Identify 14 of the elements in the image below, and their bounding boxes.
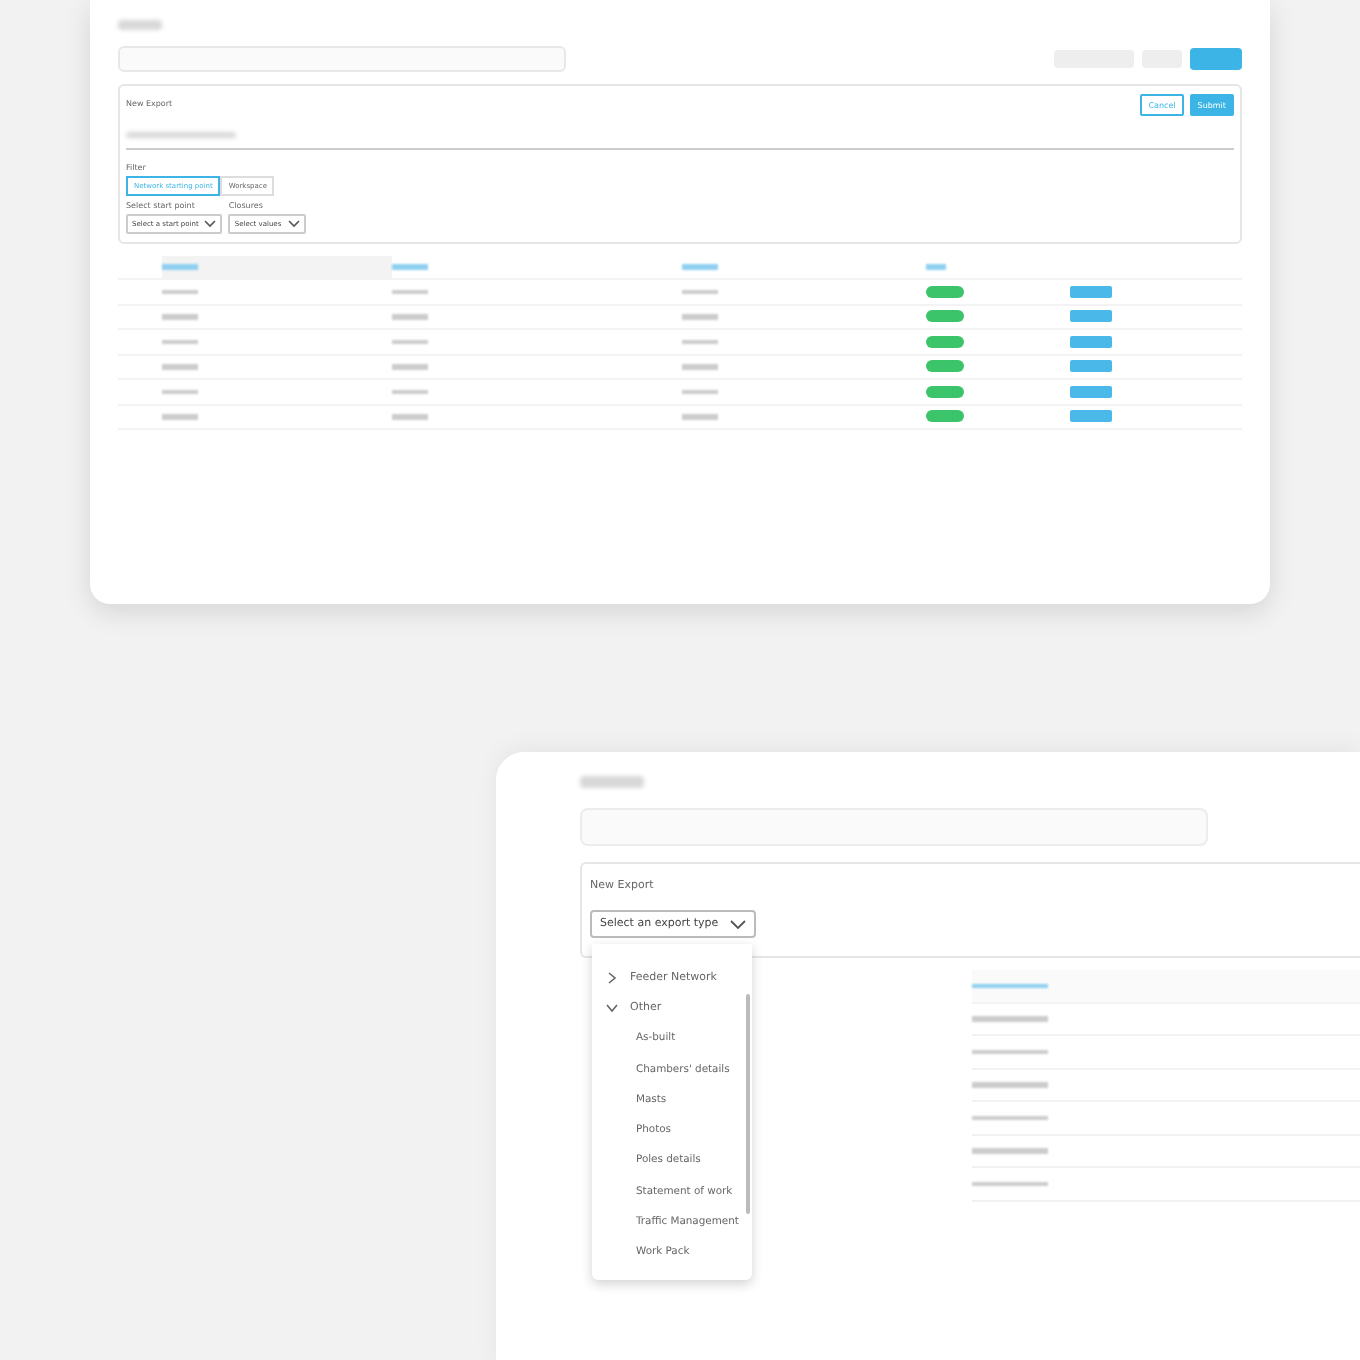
blurred-column-header — [972, 983, 1048, 988]
scrollbar[interactable] — [746, 994, 750, 1214]
chevron-down-icon — [287, 219, 300, 228]
blurred-text — [972, 1016, 1048, 1021]
blurred-button[interactable] — [1190, 48, 1242, 70]
chevron-down-icon — [204, 219, 217, 228]
blurred-text — [972, 1181, 1048, 1186]
blurred-text — [972, 1049, 1048, 1054]
chevron-down-icon — [730, 919, 747, 929]
blurred-text — [972, 1115, 1048, 1120]
blurred-title — [580, 776, 644, 788]
blurred-text — [972, 1082, 1048, 1087]
blurred-title — [118, 20, 162, 30]
blurred-text — [972, 1148, 1048, 1153]
